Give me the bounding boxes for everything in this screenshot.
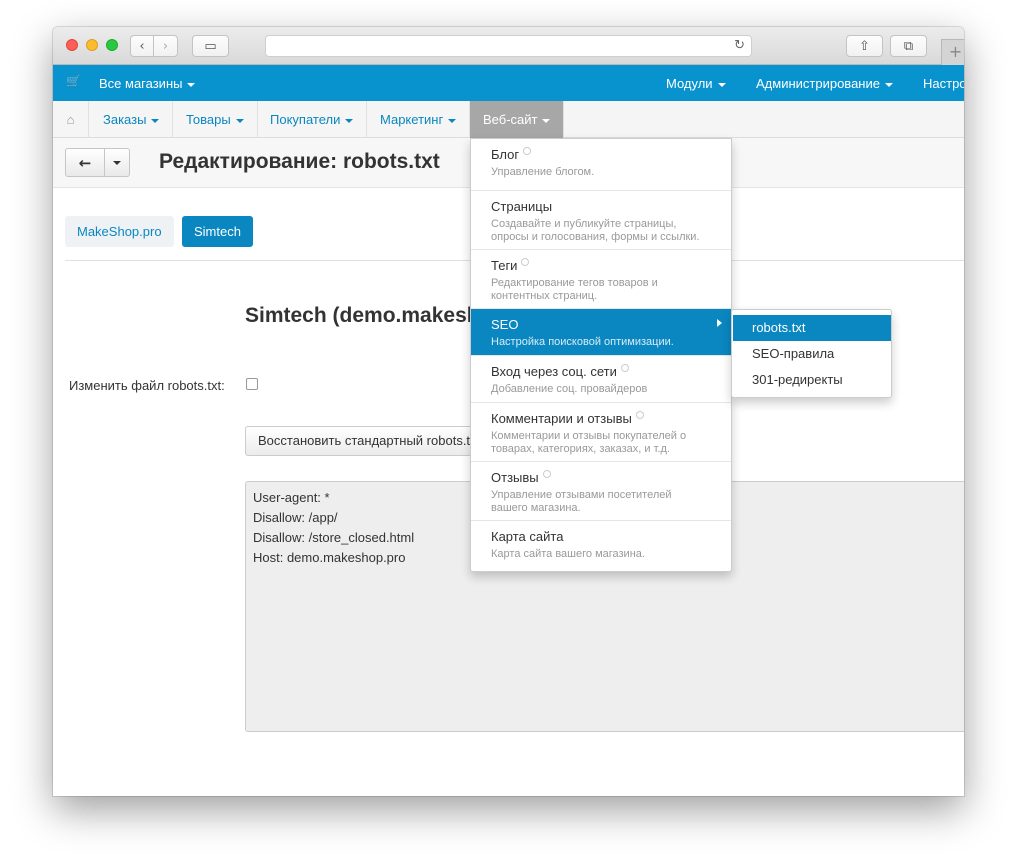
stores-dropdown[interactable]: Все магазины — [99, 76, 196, 91]
tabs-icon: ⧉ — [903, 38, 914, 54]
menu-item-desc: Настройка поисковой оптимизации. — [491, 336, 674, 348]
page-title: Редактирование: robots.txt — [159, 150, 440, 173]
main-nav: ⌂ Заказы Товары Покупатели Маркетинг Веб… — [53, 101, 964, 138]
nav-marketing[interactable]: Маркетинг — [367, 101, 471, 138]
share-button[interactable]: ⇧ — [846, 35, 883, 57]
home-button[interactable]: ⌂ — [53, 101, 89, 138]
minimize-window-icon[interactable] — [86, 39, 98, 51]
plus-icon: + — [948, 42, 963, 61]
new-tab-button[interactable]: + — [941, 39, 964, 65]
caret-down-icon — [884, 82, 893, 87]
arrow-left-icon: ← — [78, 153, 92, 172]
sidebar-icon: ▭ — [204, 38, 217, 54]
caret-down-icon — [235, 118, 244, 123]
menu-item-desc: Редактирование тегов товаров и контентны… — [491, 277, 658, 302]
chevron-right-icon — [717, 319, 722, 327]
store-tab-makeshop[interactable]: MakeShop.pro — [65, 216, 174, 247]
caret-down-icon — [187, 82, 196, 87]
browser-forward-button[interactable]: › — [154, 35, 178, 57]
caret-down-icon — [717, 82, 726, 87]
show-tabs-button[interactable]: ⧉ — [890, 35, 927, 57]
back-history-dropdown[interactable] — [105, 148, 130, 177]
zoom-window-icon[interactable] — [106, 39, 118, 51]
modules-label: Модули — [666, 76, 713, 91]
addon-badge-icon — [635, 411, 644, 419]
menu-item-reviews[interactable]: Отзывы Управление отзывами посетителей в… — [471, 462, 731, 521]
nav-orders[interactable]: Заказы — [90, 101, 174, 138]
caret-down-icon — [113, 160, 121, 165]
addon-badge-icon — [521, 258, 530, 266]
nav-products-label: Товары — [186, 112, 231, 127]
menu-item-tags[interactable]: Теги Редактирование тегов товаров и конт… — [471, 250, 731, 309]
cart-icon[interactable]: 🛒 — [66, 74, 81, 88]
caret-down-icon — [448, 118, 457, 123]
menu-item-social-login[interactable]: Вход через соц. сети Добавление соц. про… — [471, 356, 731, 403]
address-bar[interactable]: ↻ — [265, 35, 752, 57]
menu-item-desc: Комментарии и отзывы покупателей о товар… — [491, 430, 687, 455]
menu-item-desc: Карта сайта вашего магазина. — [491, 548, 645, 560]
modules-dropdown[interactable]: Модули — [666, 76, 726, 91]
close-window-icon[interactable] — [66, 39, 78, 51]
submenu-item-redirects[interactable]: 301-редиректы — [733, 367, 891, 393]
restore-default-button[interactable]: Восстановить стандартный robots.txt — [245, 426, 485, 456]
menu-item-desc: Управление блогом. — [491, 166, 595, 178]
edit-robots-checkbox[interactable] — [246, 378, 258, 390]
caret-down-icon — [542, 118, 551, 123]
nav-orders-label: Заказы — [103, 112, 147, 127]
submenu-item-seo-rules[interactable]: SEO-правила — [733, 341, 891, 367]
reload-icon[interactable]: ↻ — [734, 38, 745, 53]
menu-item-desc: Добавление соц. провайдеров — [491, 383, 648, 395]
menu-item-title: Страницы — [491, 199, 553, 214]
edit-robots-label: Изменить файл robots.txt: — [69, 378, 225, 393]
menu-item-title: Комментарии и отзывы — [491, 411, 632, 426]
nav-customers[interactable]: Покупатели — [257, 101, 368, 138]
chevron-right-icon: › — [162, 38, 169, 54]
stores-label: Все магазины — [99, 76, 183, 91]
menu-item-title: Теги — [491, 258, 518, 273]
nav-products[interactable]: Товары — [173, 101, 258, 138]
menu-item-desc: Управление отзывами посетителей вашего м… — [491, 489, 672, 514]
menu-item-title: SEO — [491, 317, 519, 332]
addon-badge-icon — [523, 147, 532, 155]
settings-label: Настройки — [923, 76, 964, 91]
settings-dropdown[interactable]: Настройки — [923, 76, 964, 91]
browser-back-button[interactable]: ‹ — [130, 35, 154, 57]
menu-item-title: Карта сайта — [491, 529, 564, 544]
menu-item-title: Вход через соц. сети — [491, 364, 617, 379]
chevron-left-icon: ‹ — [139, 38, 145, 54]
nav-marketing-label: Маркетинг — [380, 112, 444, 127]
menu-item-sitemap[interactable]: Карта сайта Карта сайта вашего магазина. — [471, 521, 731, 571]
menu-item-title: Отзывы — [491, 470, 539, 485]
administration-label: Администрирование — [756, 76, 880, 91]
home-icon: ⌂ — [66, 112, 75, 127]
menu-item-desc: Создавайте и публикуйте страницы, опросы… — [491, 218, 700, 243]
back-button[interactable]: ← — [65, 148, 105, 177]
admin-topbar: 🛒 Все магазины Модули Администрирование … — [53, 65, 964, 101]
menu-item-pages[interactable]: Страницы Создавайте и публикуйте страниц… — [471, 191, 731, 250]
menu-item-blog[interactable]: Блог Управление блогом. — [471, 139, 731, 191]
submenu-item-robots[interactable]: robots.txt — [733, 315, 891, 341]
back-button-group: ← — [65, 148, 130, 177]
store-tab-simtech[interactable]: Simtech — [182, 216, 253, 247]
share-icon: ⇧ — [859, 38, 870, 54]
browser-toolbar: ‹ › ▭ ↻ ⇧ ⧉ + — [53, 27, 964, 65]
menu-item-seo[interactable]: SEO Настройка поисковой оптимизации. — [471, 309, 731, 356]
sidebar-toggle-button[interactable]: ▭ — [192, 35, 229, 57]
nav-customers-label: Покупатели — [270, 112, 341, 127]
addon-badge-icon — [542, 470, 551, 478]
nav-website[interactable]: Веб-сайт — [470, 101, 565, 138]
browser-window: ‹ › ▭ ↻ ⇧ ⧉ + 🛒 Все магазины Модули Адми… — [53, 27, 964, 796]
caret-down-icon — [345, 118, 354, 123]
menu-item-title: Блог — [491, 147, 520, 162]
caret-down-icon — [151, 118, 160, 123]
addon-badge-icon — [620, 364, 629, 372]
administration-dropdown[interactable]: Администрирование — [756, 76, 893, 91]
seo-submenu: robots.txt SEO-правила 301-редиректы — [731, 309, 892, 398]
nav-website-label: Веб-сайт — [483, 112, 538, 127]
menu-item-comments[interactable]: Комментарии и отзывы Комментарии и отзыв… — [471, 403, 731, 462]
website-dropdown-menu: Блог Управление блогом. Страницы Создава… — [470, 138, 732, 572]
